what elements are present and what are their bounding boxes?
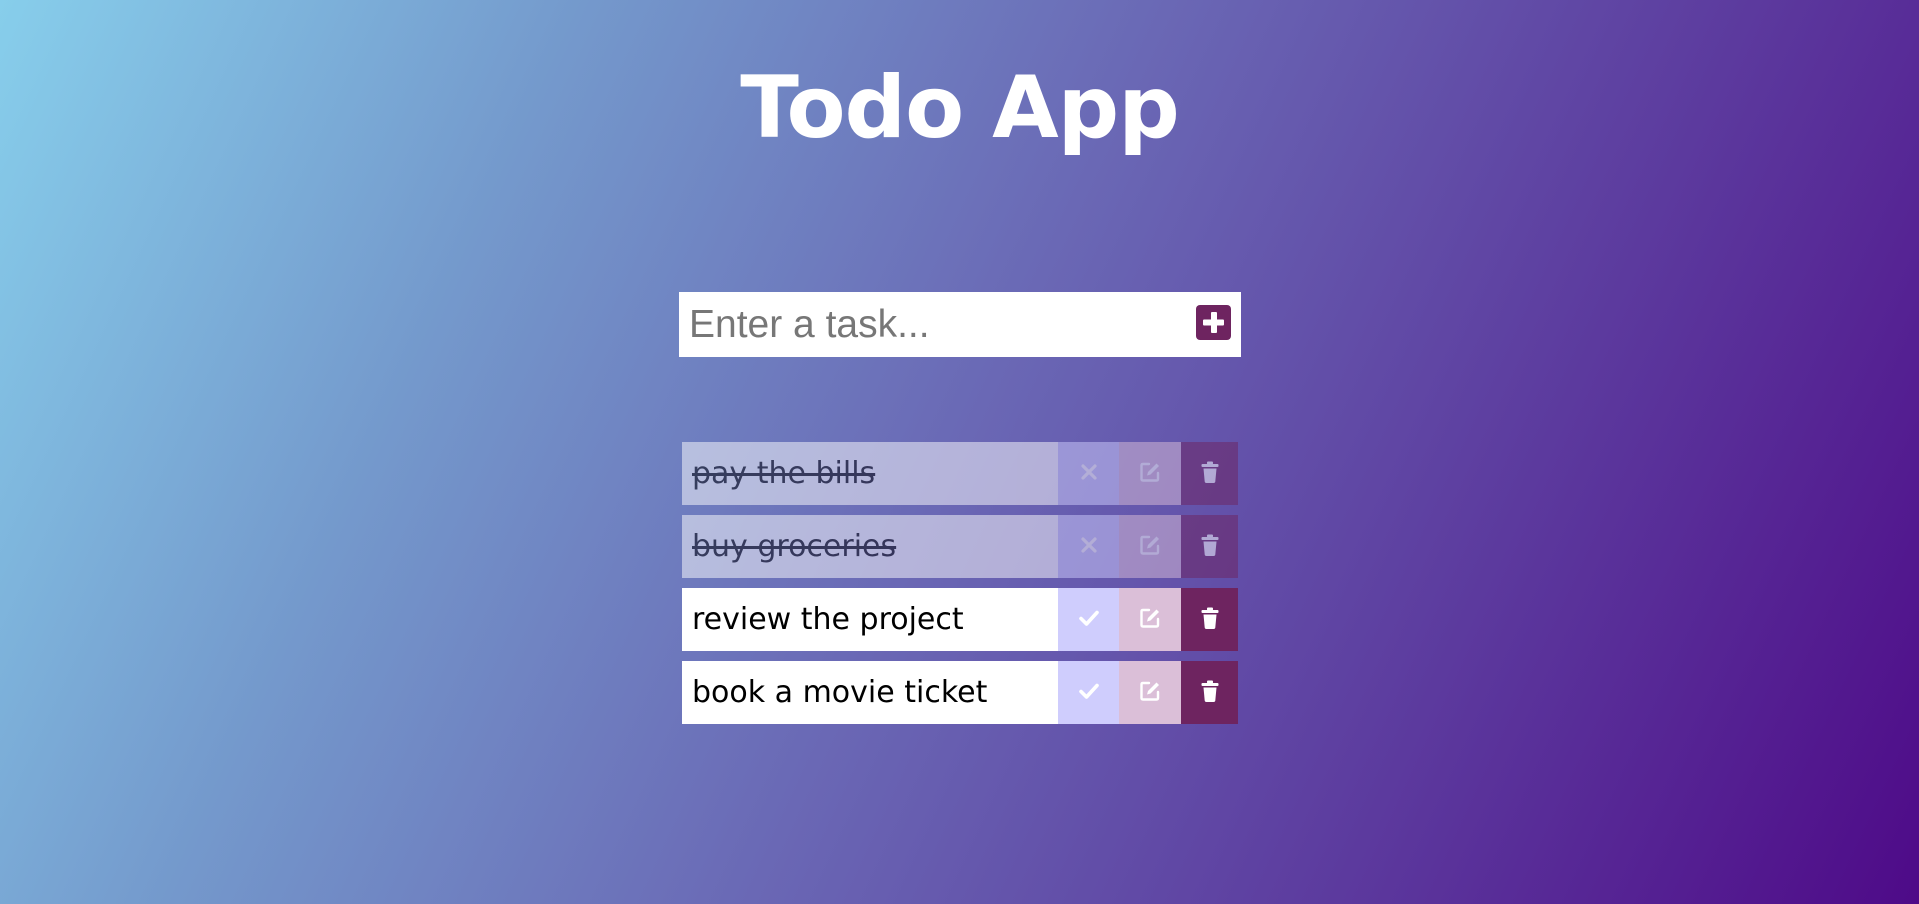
plus-square-icon (1203, 312, 1224, 333)
task-input[interactable] (679, 292, 1169, 357)
todo-item: buy groceries (682, 515, 1238, 578)
check-icon (1078, 680, 1100, 705)
page-title: Todo App (740, 58, 1180, 158)
edit-icon (1138, 679, 1162, 706)
todo-list: pay the bills buy groceries review the p… (682, 442, 1238, 734)
todo-text: book a movie ticket (682, 661, 1058, 724)
task-form (679, 292, 1241, 357)
delete-button[interactable] (1181, 661, 1238, 724)
x-icon (1079, 462, 1099, 485)
delete-button[interactable] (1181, 442, 1238, 505)
x-icon (1079, 535, 1099, 558)
edit-icon (1138, 533, 1162, 560)
trash-icon (1200, 679, 1220, 706)
trash-icon (1200, 606, 1220, 633)
complete-button[interactable] (1058, 588, 1119, 651)
delete-button[interactable] (1181, 588, 1238, 651)
todo-text: review the project (682, 588, 1058, 651)
edit-icon (1138, 460, 1162, 487)
edit-icon (1138, 606, 1162, 633)
trash-icon (1200, 460, 1220, 487)
todo-item: book a movie ticket (682, 661, 1238, 724)
check-icon (1078, 607, 1100, 632)
todo-text: pay the bills (682, 442, 1058, 505)
delete-button[interactable] (1181, 515, 1238, 578)
trash-icon (1200, 533, 1220, 560)
edit-button[interactable] (1119, 588, 1181, 651)
complete-button[interactable] (1058, 661, 1119, 724)
edit-button[interactable] (1119, 442, 1181, 505)
complete-button[interactable] (1058, 515, 1119, 578)
add-task-button[interactable] (1196, 305, 1231, 340)
edit-button[interactable] (1119, 661, 1181, 724)
edit-button[interactable] (1119, 515, 1181, 578)
todo-item: review the project (682, 588, 1238, 651)
complete-button[interactable] (1058, 442, 1119, 505)
todo-text: buy groceries (682, 515, 1058, 578)
todo-item: pay the bills (682, 442, 1238, 505)
